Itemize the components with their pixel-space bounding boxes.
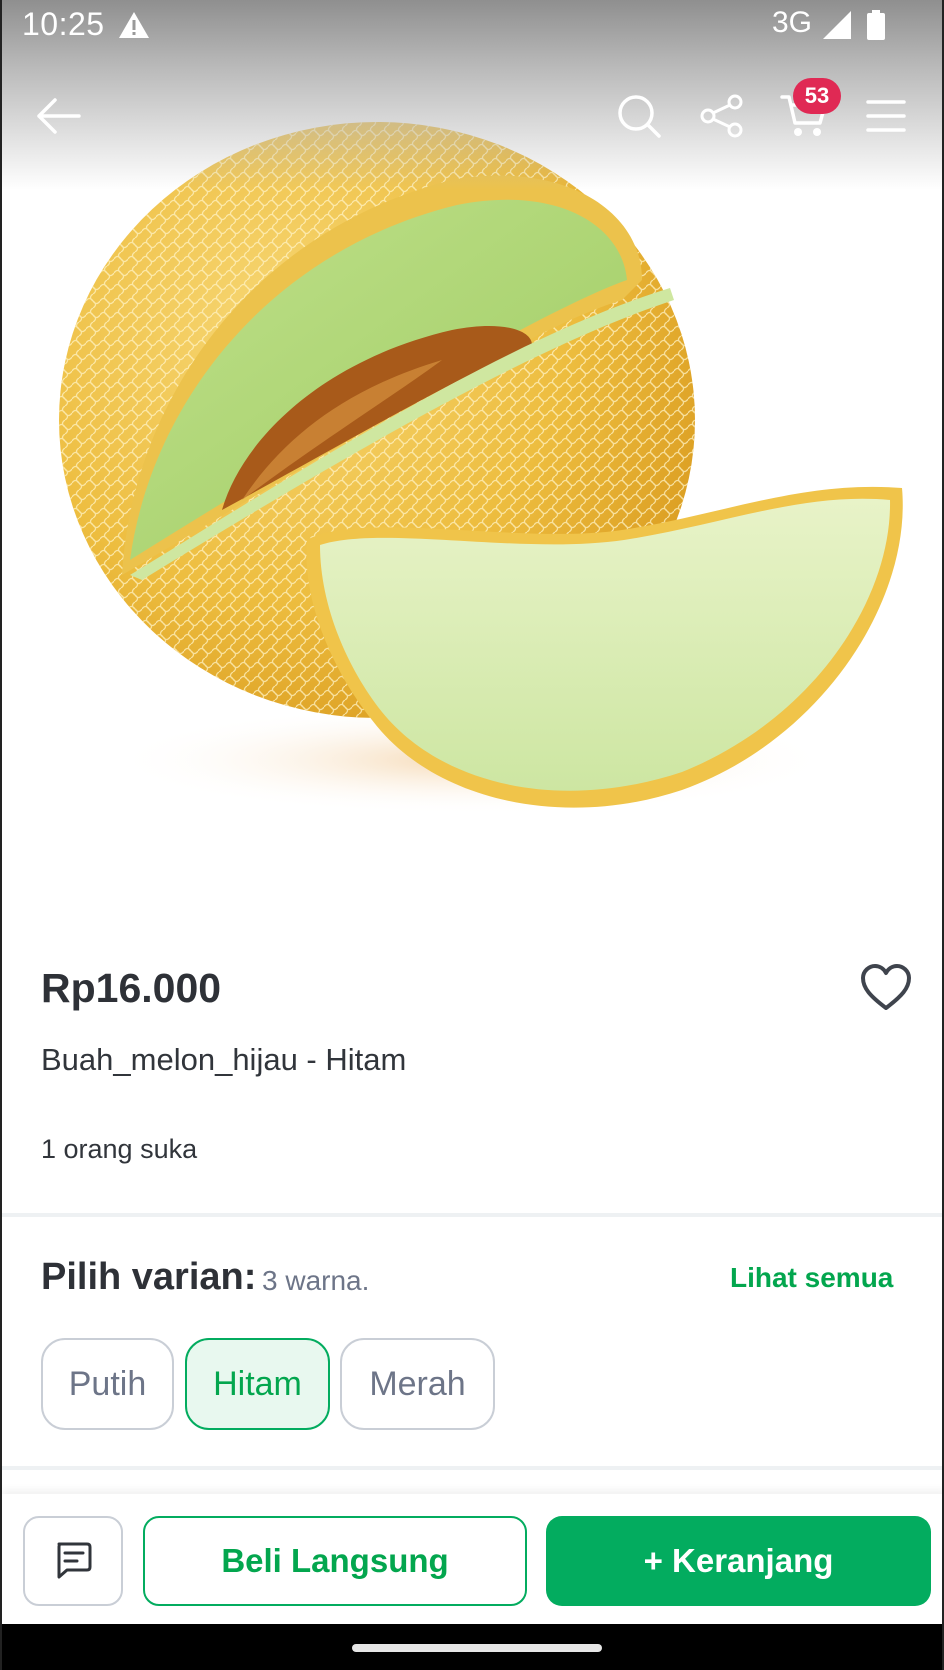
search-button[interactable] bbox=[607, 84, 671, 148]
wishlist-button[interactable] bbox=[860, 962, 912, 1014]
section-divider bbox=[2, 1466, 942, 1470]
share-icon bbox=[700, 94, 743, 138]
home-gesture-handle[interactable] bbox=[352, 1644, 602, 1652]
system-navigation-bar bbox=[2, 1624, 942, 1670]
product-name: Buah_melon_hijau - Hitam bbox=[41, 1042, 407, 1077]
heart-icon bbox=[861, 964, 911, 1010]
add-to-cart-button[interactable]: + Keranjang bbox=[546, 1516, 931, 1606]
section-divider bbox=[2, 1213, 942, 1217]
buy-now-button[interactable]: Beli Langsung bbox=[143, 1516, 527, 1606]
status-bar: 10:25 3G bbox=[2, 0, 942, 52]
bottom-action-bar: Beli Langsung + Keranjang bbox=[2, 1494, 942, 1624]
status-time: 10:25 bbox=[22, 6, 105, 42]
network-type: 3G bbox=[772, 6, 813, 39]
battery-icon bbox=[867, 10, 885, 40]
variant-chip-merah[interactable]: Merah bbox=[340, 1338, 495, 1430]
app-bar: 53 bbox=[2, 78, 942, 158]
variant-chip-hitam[interactable]: Hitam bbox=[185, 1338, 330, 1430]
search-icon bbox=[618, 95, 661, 138]
cart-count-badge: 53 bbox=[793, 78, 841, 114]
arrow-left-icon bbox=[37, 98, 81, 134]
screen: 10:25 3G 53 Rp16.000 Buah_melon_hijau - … bbox=[0, 0, 944, 1670]
variant-title: Pilih varian: bbox=[41, 1256, 257, 1298]
menu-button[interactable] bbox=[854, 84, 918, 148]
share-button[interactable] bbox=[690, 84, 754, 148]
chat-button[interactable] bbox=[23, 1516, 123, 1606]
product-price: Rp16.000 bbox=[41, 965, 222, 1011]
signal-icon bbox=[823, 11, 851, 39]
hamburger-menu-icon bbox=[866, 100, 906, 132]
like-count: 1 orang suka bbox=[41, 1134, 198, 1164]
back-button[interactable] bbox=[26, 84, 90, 148]
warning-icon bbox=[119, 12, 149, 38]
variant-count: 3 warna. bbox=[262, 1265, 370, 1296]
see-all-variants-link[interactable]: Lihat semua bbox=[730, 1262, 893, 1294]
variant-chip-putih[interactable]: Putih bbox=[41, 1338, 174, 1430]
chat-icon bbox=[57, 1542, 92, 1579]
